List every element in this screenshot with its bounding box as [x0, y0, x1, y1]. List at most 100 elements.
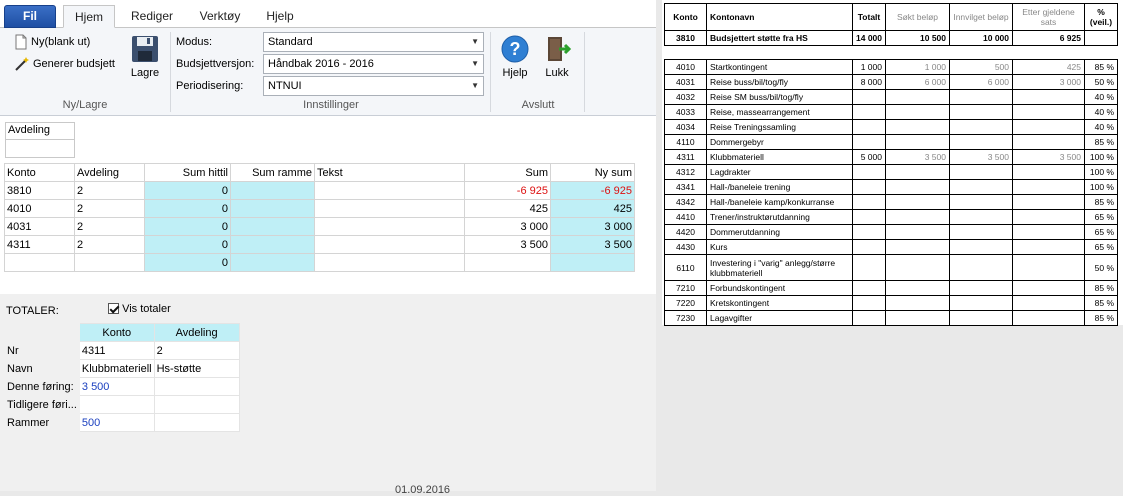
col-header-sum-hittil[interactable]: Sum hittil — [144, 163, 231, 182]
cell-ny-sum[interactable]: 3 000 — [550, 217, 635, 236]
doc-row: 6110 Investering i "varig" anlegg/større … — [664, 254, 1118, 281]
doc-cell: Hall-/baneleie trening — [706, 179, 853, 195]
cell-avdeling[interactable]: 2 — [74, 181, 145, 200]
col-header-sum[interactable]: Sum — [464, 163, 551, 182]
cell-sum-ramme[interactable] — [230, 217, 315, 236]
doc-cell: 1 000 — [885, 59, 950, 75]
cell-konto[interactable]: 4311 — [4, 235, 75, 254]
show-totals-checkbox[interactable]: Vis totaler — [108, 303, 171, 315]
cell-sum-hittil[interactable]: 0 — [144, 217, 231, 236]
tab-edit[interactable]: Rediger — [122, 5, 182, 28]
doc-cell — [885, 280, 950, 296]
cell-sum-ramme[interactable] — [230, 253, 315, 272]
totals-row-label: Rammer — [4, 413, 80, 432]
mode-dropdown[interactable]: Standard ▼ — [263, 32, 484, 52]
doc-cell: 100 % — [1084, 164, 1118, 180]
svg-text:?: ? — [510, 39, 521, 59]
cell-sum-ramme[interactable] — [230, 199, 315, 218]
budget-version-label: Budsjettversjon: — [176, 58, 255, 70]
col-header-konto[interactable]: Konto — [4, 163, 75, 182]
table-row[interactable]: 4311 2 0 3 500 3 500 — [4, 235, 635, 254]
help-button[interactable]: ? Hjelp — [498, 34, 532, 79]
periodization-dropdown[interactable]: NTNUI ▼ — [263, 76, 484, 96]
doc-cell: 4420 — [664, 224, 707, 240]
doc-cell — [852, 224, 886, 240]
doc-cell: 4341 — [664, 179, 707, 195]
cell-sum[interactable] — [464, 253, 551, 272]
cell-avdeling[interactable]: 2 — [74, 235, 145, 254]
doc-cell: 65 % — [1084, 224, 1118, 240]
doc-row: 4342 Hall-/baneleie kamp/konkurranse 85 % — [664, 194, 1118, 210]
cell-avdeling[interactable]: 2 — [74, 217, 145, 236]
save-button[interactable]: Lagre — [128, 34, 162, 79]
doc-cell — [1012, 194, 1085, 210]
doc-cell — [1012, 164, 1085, 180]
cell-tekst[interactable] — [314, 217, 465, 236]
doc-cell: Lagavgifter — [706, 310, 853, 326]
cell-ny-sum[interactable]: -6 925 — [550, 181, 635, 200]
close-button[interactable]: Lukk — [540, 34, 574, 79]
tab-home[interactable]: Hjem — [63, 5, 115, 28]
cell-konto[interactable]: 4010 — [4, 199, 75, 218]
cell-sum-hittil[interactable]: 0 — [144, 235, 231, 254]
cell-sum-hittil[interactable]: 0 — [144, 253, 231, 272]
cell-sum-ramme[interactable] — [230, 235, 315, 254]
cell-avdeling[interactable]: 2 — [74, 199, 145, 218]
doc-col-prosent: % (veil.) — [1084, 3, 1118, 31]
tab-tools[interactable]: Verktøy — [190, 5, 250, 28]
doc-cell — [852, 239, 886, 255]
tab-help[interactable]: Hjelp — [255, 5, 305, 28]
col-header-avdeling[interactable]: Avdeling — [74, 163, 145, 182]
budget-version-dropdown[interactable]: Håndbak 2016 - 2016 ▼ — [263, 54, 484, 74]
cell-konto[interactable]: 3810 — [4, 181, 75, 200]
cell-sum-hittil[interactable]: 0 — [144, 199, 231, 218]
cell-tekst[interactable] — [314, 199, 465, 218]
doc-cell — [885, 310, 950, 326]
doc-cell: 85 % — [1084, 134, 1118, 150]
table-row[interactable]: 3810 2 0 -6 925 -6 925 — [4, 181, 635, 200]
cell-sum-ramme[interactable] — [230, 181, 315, 200]
doc-cell — [949, 224, 1013, 240]
doc-cell — [852, 104, 886, 120]
table-row-new[interactable]: 0 — [4, 253, 635, 272]
doc-cell: Reise buss/bil/tog/fly — [706, 74, 853, 90]
doc-cell — [1012, 119, 1085, 135]
cell-sum[interactable]: 3 000 — [464, 217, 551, 236]
col-header-ny-sum[interactable]: Ny sum — [550, 163, 635, 182]
department-filter: Avdeling — [5, 122, 75, 158]
cell-konto[interactable] — [4, 253, 75, 272]
col-header-tekst[interactable]: Tekst — [314, 163, 465, 182]
tab-file[interactable]: Fil — [4, 5, 56, 28]
scanned-budget-document: Konto Kontonavn Totalt Søkt beløp Innvil… — [662, 0, 1123, 326]
cell-tekst[interactable] — [314, 253, 465, 272]
table-row[interactable]: 4010 2 0 425 425 — [4, 199, 635, 218]
col-header-sum-ramme[interactable]: Sum ramme — [230, 163, 315, 182]
cell-ny-sum[interactable]: 3 500 — [550, 235, 635, 254]
doc-row: 4410 Trener/instruktørutdanning 65 % — [664, 209, 1118, 225]
doc-cell — [885, 194, 950, 210]
doc-row: 4312 Lagdrakter 100 % — [664, 164, 1118, 180]
cell-ny-sum[interactable]: 425 — [550, 199, 635, 218]
cell-sum-hittil[interactable]: 0 — [144, 181, 231, 200]
cell-avdeling[interactable] — [74, 253, 145, 272]
postings-grid: Konto Avdeling Sum hittil Sum ramme Teks… — [4, 163, 635, 272]
cell-sum[interactable]: -6 925 — [464, 181, 551, 200]
doc-cell — [885, 104, 950, 120]
cell-konto[interactable]: 4031 — [4, 217, 75, 236]
periodization-label: Periodisering: — [176, 80, 244, 92]
cell-sum[interactable]: 3 500 — [464, 235, 551, 254]
table-row[interactable]: 4031 2 0 3 000 3 000 — [4, 217, 635, 236]
ribbon-tab-bar: Fil Hjem Rediger Verktøy Hjelp — [0, 0, 656, 28]
doc-cell — [852, 295, 886, 311]
doc-row: 4034 Reise Treningssamling 40 % — [664, 119, 1118, 135]
cell-sum[interactable]: 425 — [464, 199, 551, 218]
cell-tekst[interactable] — [314, 181, 465, 200]
doc-cell: 40 % — [1084, 104, 1118, 120]
doc-cell — [1012, 224, 1085, 240]
cell-tekst[interactable] — [314, 235, 465, 254]
doc-row: 4430 Kurs 65 % — [664, 239, 1118, 255]
new-blank-button[interactable]: Ny(blank ut) — [14, 34, 90, 50]
department-filter-input[interactable] — [6, 139, 74, 157]
cell-ny-sum[interactable] — [550, 253, 635, 272]
generate-budget-button[interactable]: Generer budsjett — [14, 56, 115, 72]
